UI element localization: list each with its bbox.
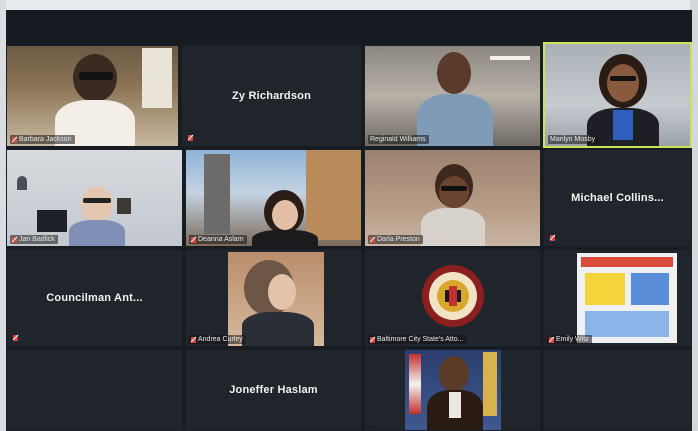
participant-name: Joneffer Haslam [229, 384, 318, 396]
shirt [449, 392, 461, 418]
video-feed [365, 46, 540, 146]
participant-name-label: Marilyn Mosby [548, 135, 599, 144]
video-tile-darla-preston[interactable]: Darla Preston [364, 149, 541, 247]
blue-top [613, 110, 633, 140]
flyer-footer [585, 311, 669, 337]
microphone-muted-icon [549, 336, 554, 343]
participant-name: Councilman Ant... [46, 292, 143, 304]
flag-gold [483, 352, 497, 416]
participant-video [585, 54, 661, 146]
participant-name-label: Barbara Jackson [10, 135, 75, 144]
video-tile-michael-collins[interactable]: Michael Collins... [543, 149, 692, 247]
monitor [37, 210, 67, 232]
video-tile-empty [543, 349, 692, 431]
flyer-photo [631, 273, 669, 305]
video-feed [7, 46, 178, 146]
video-feed [228, 252, 324, 346]
video-feed [405, 350, 501, 430]
church-tower [204, 154, 230, 234]
video-tile-unnamed[interactable] [364, 349, 541, 431]
participant-name-label: Deanna Aslam [189, 235, 247, 244]
participant-video [55, 54, 135, 146]
video-tile-baltimore-city-states-attorney[interactable]: Baltimore City State's Atto... [364, 249, 541, 347]
video-tile-joneffer-haslam[interactable]: Joneffer Haslam [185, 349, 362, 431]
video-tile-emily-witz[interactable]: Emily Witz [543, 249, 692, 347]
participant-video [252, 190, 318, 246]
participant-video [417, 52, 493, 146]
video-feed [7, 150, 182, 246]
microphone-muted-icon [370, 236, 375, 243]
glasses [610, 76, 636, 81]
participant-name-label: Emily Witz [547, 335, 592, 344]
video-tile-jan-badlick[interactable]: Jan Badlick [6, 149, 183, 247]
video-feed [186, 150, 361, 246]
microphone-muted-icon [188, 135, 193, 141]
participant-video [427, 356, 483, 430]
participant-name-label [368, 426, 373, 428]
window-arch [17, 176, 27, 190]
video-tile-reginald-williams[interactable]: Reginald Williams [364, 45, 541, 147]
video-feed [365, 150, 540, 246]
participant-name-label: Darla Preston [368, 235, 423, 244]
microphone-muted-icon [13, 335, 18, 341]
participant-name-label: Andrea Curley [189, 335, 246, 344]
flyer-block [585, 273, 625, 305]
glasses [79, 72, 113, 80]
ceiling-light [490, 56, 530, 60]
video-tile-councilman[interactable]: Councilman Ant... [6, 249, 183, 347]
flag [409, 354, 421, 414]
glasses [83, 198, 111, 203]
wall-poster [142, 48, 172, 108]
microphone-muted-icon [12, 236, 17, 243]
participant-video [69, 186, 125, 246]
glasses [441, 186, 467, 191]
video-tile-empty [6, 349, 183, 431]
video-tile-marilyn-mosby-active-speaker[interactable]: Marilyn Mosby [543, 42, 692, 148]
participant-name: Zy Richardson [231, 90, 311, 102]
microphone-muted-icon [370, 336, 375, 343]
participant-name-label: Baltimore City State's Atto... [368, 335, 467, 344]
participant-name-label: Reginald Williams [368, 135, 429, 144]
flyer-header [581, 257, 673, 267]
video-tile-barbara-jackson[interactable]: Barbara Jackson [6, 45, 179, 147]
video-gallery-grid: Barbara Jackson Zy Richardson Reginald W… [6, 10, 692, 431]
video-feed [545, 44, 690, 146]
participant-video [421, 164, 485, 246]
video-tile-zy-richardson[interactable]: Zy Richardson [181, 45, 362, 147]
microphone-muted-icon [191, 336, 196, 343]
participant-name: Michael Collins... [571, 192, 664, 204]
microphone-muted-icon [550, 235, 555, 241]
official-seal-icon [422, 265, 484, 327]
participant-video [238, 260, 318, 346]
microphone-muted-icon [12, 136, 17, 143]
microphone-muted-icon [191, 236, 196, 243]
video-tile-andrea-curley[interactable]: Andrea Curley [185, 249, 362, 347]
video-tile-deanna-aslam[interactable]: Deanna Aslam [185, 149, 362, 247]
participant-name-label: Jan Badlick [10, 235, 58, 244]
flyer-image [577, 253, 677, 343]
